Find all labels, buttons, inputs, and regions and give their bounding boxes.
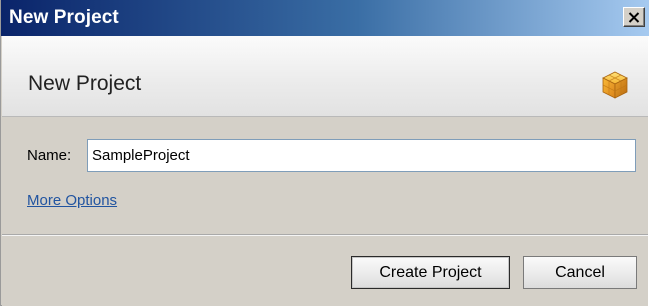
more-options-link[interactable]: More Options	[27, 192, 117, 209]
project-name-input[interactable]	[87, 139, 636, 172]
create-project-button[interactable]: Create Project	[351, 256, 510, 289]
cancel-button[interactable]: Cancel	[523, 256, 637, 289]
close-button[interactable]	[623, 7, 645, 27]
window-title: New Project	[9, 7, 119, 28]
new-project-dialog: New Project New Project Name: SampleProj…	[0, 0, 649, 306]
close-icon	[628, 11, 640, 23]
project-cube-icon	[602, 71, 628, 99]
name-label: Name:	[27, 147, 72, 164]
dialog-body: Name: More Options Create Project Cancel	[2, 117, 648, 306]
button-divider	[2, 234, 648, 236]
title-bar[interactable]: New Project	[1, 0, 649, 36]
dialog-header: New Project	[2, 36, 648, 117]
header-title: New Project	[28, 72, 142, 95]
